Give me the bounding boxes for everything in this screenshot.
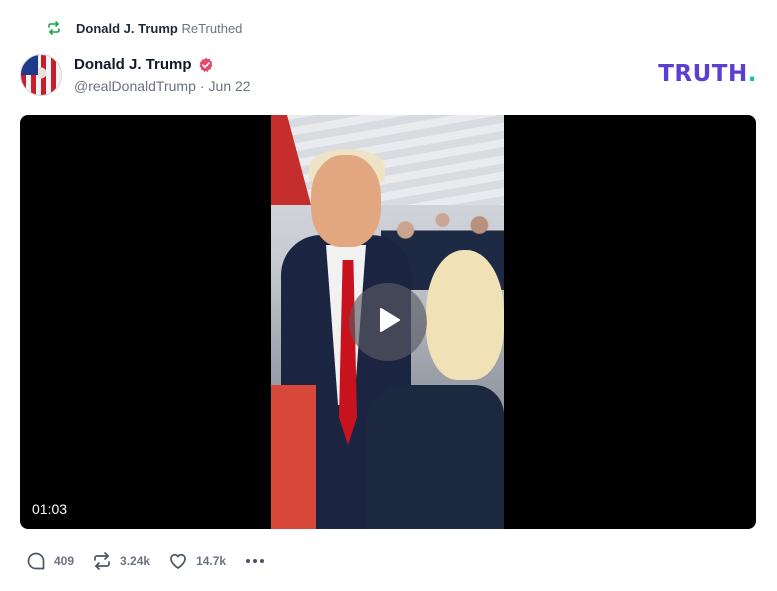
author-display-name[interactable]: Donald J. Trump [74,56,192,73]
author-name-line: Donald J. Trump [74,56,214,73]
truth-social-logo[interactable]: TRUTH. [658,61,757,87]
retruth-icon [92,551,112,571]
retruth-icon [46,20,62,36]
play-icon [371,303,405,342]
retruth-text: Donald J. Trump ReTruthed [76,21,242,36]
logo-text: TRUTH [658,61,748,87]
video-child-hair [426,250,504,380]
author-handle[interactable]: @realDonaldTrump [74,78,196,94]
verified-badge-icon [198,57,214,73]
video-child-jacket [366,385,504,529]
video-red-jacket [271,385,316,529]
avatar[interactable] [20,54,62,96]
video-duration: 01:03 [32,501,68,517]
meta-separator: · [199,78,205,94]
play-button[interactable] [349,283,427,361]
post-header: Donald J. Trump @realDonaldTrump · Jun 2… [20,54,757,98]
post-actions: 409 3.24k 14.7k [26,549,266,573]
more-icon[interactable] [244,551,266,571]
retruth-count: 3.24k [120,554,151,568]
heart-icon [168,551,188,571]
retruth-banner: Donald J. Trump ReTruthed [46,18,242,38]
reply-button[interactable]: 409 [26,551,74,571]
avatar-flag-canton [21,55,38,75]
retruth-author-link[interactable]: Donald J. Trump [76,21,178,36]
author-meta: @realDonaldTrump · Jun 22 [74,78,251,94]
reply-icon [26,551,46,571]
retruth-suffix: ReTruthed [181,20,243,36]
video-man-head [311,155,381,247]
reply-count: 409 [54,554,75,568]
like-count: 14.7k [196,554,227,568]
logo-dot: . [747,61,757,87]
retruth-button[interactable]: 3.24k [92,551,150,571]
like-button[interactable]: 14.7k [168,551,226,571]
post-date[interactable]: Jun 22 [209,78,251,94]
video-player[interactable]: 01:03 [20,115,756,529]
